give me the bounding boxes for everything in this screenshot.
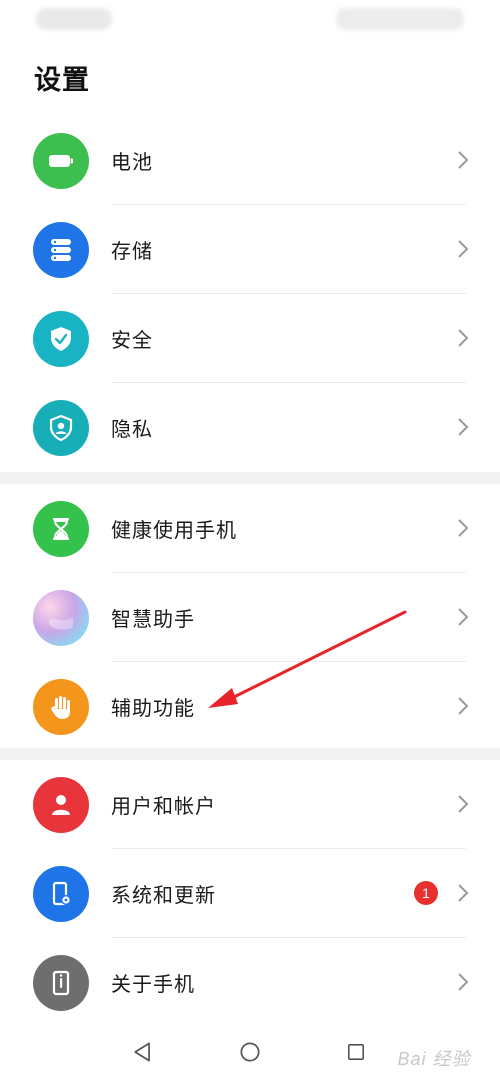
recent-apps-icon[interactable] (341, 1037, 371, 1067)
chevron-right-icon (458, 329, 469, 347)
status-bar-left-blurred (36, 8, 112, 30)
status-bar (0, 0, 500, 40)
chevron-right-icon (458, 697, 469, 715)
chevron-right-icon (458, 418, 469, 436)
watermark: Bai 经验 (397, 1049, 471, 1069)
settings-item-accessibility[interactable]: 辅助功能 (0, 662, 500, 751)
settings-item-label: 关于手机 (111, 972, 195, 996)
storage-icon (33, 222, 89, 278)
battery-icon (33, 133, 89, 189)
settings-item-digital-balance[interactable]: 健康使用手机 (0, 484, 500, 573)
settings-item-label: 健康使用手机 (111, 518, 237, 542)
chevron-right-icon (458, 608, 469, 626)
assistant-icon (33, 590, 89, 646)
settings-item-smart-assistant[interactable]: 智慧助手 (0, 573, 500, 662)
chevron-right-icon (458, 973, 469, 991)
phone-gear-icon (33, 866, 89, 922)
settings-item-label: 系统和更新 (111, 883, 216, 907)
settings-item-label: 隐私 (111, 417, 153, 441)
phone-info-icon (33, 955, 89, 1011)
back-icon[interactable] (128, 1037, 158, 1067)
chevron-right-icon (458, 795, 469, 813)
group-separator (0, 748, 500, 760)
chevron-right-icon (458, 151, 469, 169)
settings-item-label: 安全 (111, 328, 153, 352)
notification-badge: 1 (414, 881, 438, 905)
settings-item-security[interactable]: 安全 (0, 294, 500, 383)
settings-group-2: 健康使用手机 智慧助手 辅助功能 (0, 484, 500, 751)
settings-item-label: 辅助功能 (111, 696, 195, 720)
settings-item-storage[interactable]: 存储 (0, 205, 500, 294)
settings-item-about-phone[interactable]: 关于手机 (0, 938, 500, 1027)
user-icon (33, 777, 89, 833)
status-bar-right-blurred (336, 8, 464, 30)
hourglass-icon (33, 501, 89, 557)
chevron-right-icon (458, 240, 469, 258)
hand-icon (33, 679, 89, 735)
settings-item-battery[interactable]: 电池 (0, 116, 500, 205)
settings-item-label: 智慧助手 (111, 607, 195, 631)
group-separator (0, 472, 500, 484)
settings-item-users-accounts[interactable]: 用户和帐户 (0, 760, 500, 849)
settings-group-3: 用户和帐户 系统和更新 1 关于手机 (0, 760, 500, 1027)
privacy-icon (33, 400, 89, 456)
shield-check-icon (33, 311, 89, 367)
settings-item-privacy[interactable]: 隐私 (0, 383, 500, 472)
chevron-right-icon (458, 884, 469, 902)
settings-item-system-update[interactable]: 系统和更新 1 (0, 849, 500, 938)
home-icon[interactable] (235, 1037, 265, 1067)
settings-item-label: 用户和帐户 (111, 794, 216, 818)
settings-item-label: 电池 (111, 150, 153, 174)
page-title: 设置 (34, 65, 90, 96)
chevron-right-icon (458, 519, 469, 537)
settings-group-1: 电池 存储 安全 隐私 (0, 116, 500, 472)
settings-item-label: 存储 (111, 239, 153, 263)
